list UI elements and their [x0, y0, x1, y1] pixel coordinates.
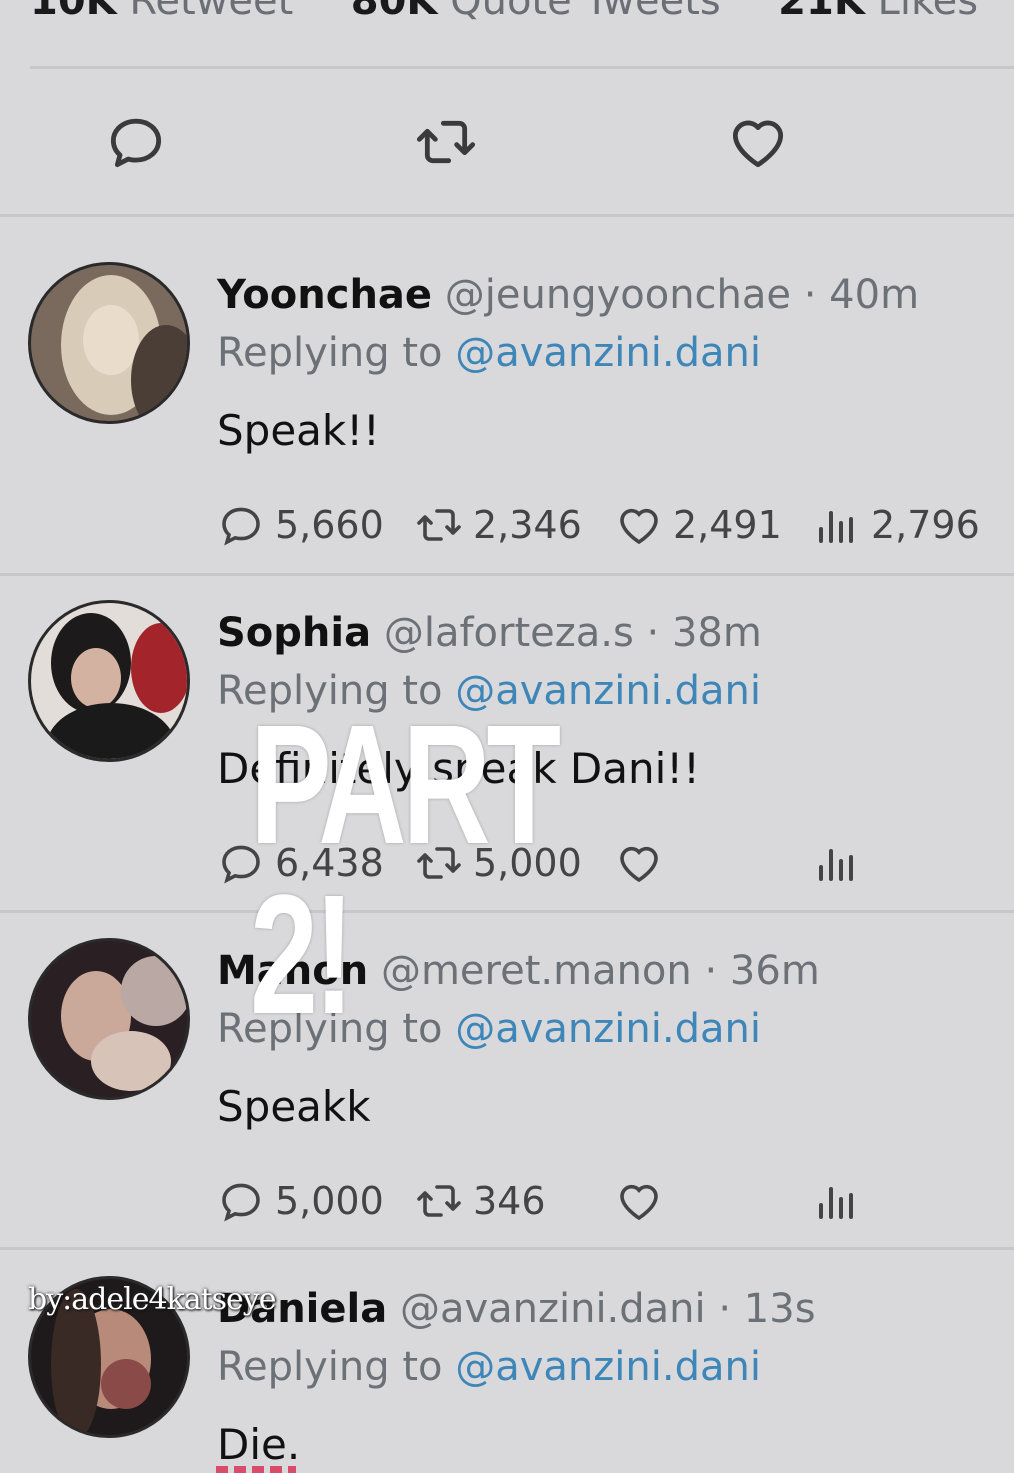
views-count: 2,796 [871, 503, 980, 547]
tweet-text: Speak!! [217, 406, 380, 455]
retweet-label[interactable]: Retweet [129, 0, 293, 24]
reply-header: Yoonchae @jeungyoonchae · 40m [217, 272, 919, 318]
retweet-icon [417, 1185, 461, 1217]
replying-to: Replying to @avanzini.dani [217, 330, 761, 376]
reply-stat[interactable]: 5,000 [217, 1176, 384, 1226]
mention-link[interactable]: @avanzini.dani [455, 330, 761, 376]
handle[interactable]: @avanzini.dani [400, 1286, 706, 1332]
reply-button[interactable] [104, 110, 174, 180]
like-count: 2,491 [673, 503, 782, 547]
retweet-count[interactable]: 10K [30, 0, 117, 24]
views-stat[interactable]: 2,796 [813, 500, 980, 550]
handle[interactable]: @laforteza.s [384, 610, 634, 656]
spellcheck-underline [216, 1466, 296, 1473]
display-name[interactable]: Yoonchae [217, 272, 432, 318]
like-count[interactable]: 21K [778, 0, 865, 24]
like-stat[interactable] [615, 1176, 673, 1226]
like-icon [620, 508, 658, 545]
retweet-stat[interactable]: 2,346 [415, 500, 582, 550]
tweet-action-bar [0, 110, 1014, 180]
tweet-text: Die. [217, 1420, 301, 1469]
like-icon [620, 1184, 658, 1221]
overlay-title: PART 2! [250, 690, 561, 1050]
like-stat[interactable]: 2,491 [615, 500, 782, 550]
like-icon [732, 120, 784, 168]
reply-count: 5,000 [275, 1179, 384, 1223]
replying-to: Replying to @avanzini.dani [217, 1344, 761, 1390]
reply-icon [222, 1183, 260, 1222]
divider [0, 1247, 1014, 1250]
like-button[interactable] [726, 110, 796, 180]
divider [0, 573, 1014, 576]
tweet-stats: 5,660 2,346 2,491 2,796 [217, 500, 1007, 550]
views-stat[interactable] [813, 838, 871, 888]
divider [30, 66, 1014, 69]
views-icon [819, 849, 853, 881]
like-label[interactable]: Likes [878, 0, 979, 24]
replying-label: Replying to [217, 1344, 443, 1390]
retweet-icon [417, 509, 461, 541]
quote-count[interactable]: 80K [351, 0, 438, 24]
retweet-button[interactable] [414, 110, 484, 180]
tweet-stats: 5,000 346 [217, 1176, 1007, 1226]
handle[interactable]: @jeungyoonchae [445, 272, 791, 318]
views-icon [819, 1187, 853, 1219]
mention-link[interactable]: @avanzini.dani [455, 1344, 761, 1390]
quote-label[interactable]: Quote Tweets [450, 0, 721, 24]
retweet-count: 2,346 [473, 503, 582, 547]
reply-stat[interactable]: 5,660 [217, 500, 384, 550]
avatar[interactable] [28, 938, 190, 1100]
replying-label: Replying to [217, 330, 443, 376]
timestamp[interactable]: · 40m [804, 272, 919, 318]
retweet-icon [416, 120, 476, 164]
tweet-text: Speakk [217, 1082, 371, 1131]
engagement-stats: 10K Retweet 80K Quote Tweets 21K Likes [30, 0, 978, 24]
views-icon [819, 511, 853, 543]
reply-icon [222, 507, 260, 546]
timestamp[interactable]: · 38m [647, 610, 762, 656]
display-name[interactable]: Sophia [217, 610, 371, 656]
retweet-stat[interactable]: 346 [415, 1176, 546, 1226]
watermark: by:adele4katseye [28, 1282, 277, 1317]
reply-icon [110, 118, 162, 168]
timestamp[interactable]: · 36m [704, 948, 819, 994]
timestamp[interactable]: · 13s [718, 1286, 815, 1332]
divider [0, 214, 1014, 217]
reply-header: Sophia @laforteza.s · 38m [217, 610, 762, 656]
reply-header: Daniela @avanzini.dani · 13s [217, 1286, 816, 1332]
avatar[interactable] [28, 600, 190, 762]
views-stat[interactable] [813, 1176, 871, 1226]
reply-count: 5,660 [275, 503, 384, 547]
avatar[interactable] [28, 262, 190, 424]
retweet-count: 346 [473, 1179, 546, 1223]
